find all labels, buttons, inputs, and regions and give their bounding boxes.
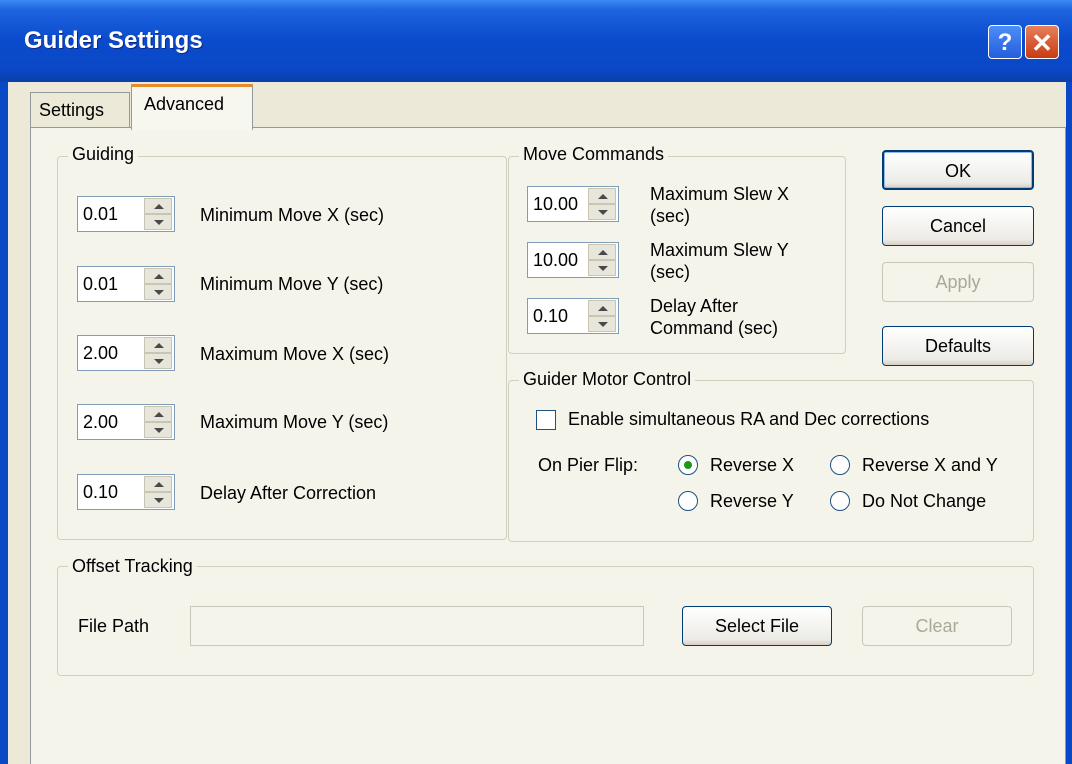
min-move-y-spinner[interactable]: 0.01 xyxy=(77,266,175,302)
delay-after-correction-value[interactable]: 0.10 xyxy=(83,482,139,503)
window-title: Guider Settings xyxy=(24,27,203,54)
simultaneous-corrections-label[interactable]: Enable simultaneous RA and Dec correctio… xyxy=(568,409,929,430)
delay-after-command-label-1: Delay After xyxy=(650,296,739,316)
file-path-field[interactable] xyxy=(190,606,644,646)
reverse-x-and-y-radio[interactable] xyxy=(830,455,850,475)
max-slew-x-label-1: Maximum Slew X xyxy=(650,184,790,204)
guiding-legend: Guiding xyxy=(68,144,139,165)
spin-up-icon[interactable] xyxy=(144,406,172,422)
min-move-x-spinner[interactable]: 0.01 xyxy=(77,196,175,232)
max-slew-y-value[interactable]: 10.00 xyxy=(533,250,587,271)
defaults-button[interactable]: Defaults xyxy=(882,326,1034,366)
max-slew-y-label-2: (sec) xyxy=(650,262,690,282)
spin-down-icon[interactable] xyxy=(144,214,172,230)
spin-up-icon[interactable] xyxy=(144,337,172,353)
spin-up-icon[interactable] xyxy=(588,188,616,204)
max-move-x-value[interactable]: 2.00 xyxy=(83,343,139,364)
window-frame-right xyxy=(1066,82,1072,764)
delay-after-correction-label: Delay After Correction xyxy=(200,483,377,503)
file-path-label: File Path xyxy=(78,616,150,636)
do-not-change-label[interactable]: Do Not Change xyxy=(862,491,986,512)
spin-down-icon[interactable] xyxy=(588,260,616,276)
max-move-y-label: Maximum Move Y (sec) xyxy=(200,412,389,432)
select-file-button[interactable]: Select File xyxy=(682,606,832,646)
reverse-x-label[interactable]: Reverse X xyxy=(710,455,794,476)
offset-tracking-legend: Offset Tracking xyxy=(68,556,197,577)
max-slew-x-value[interactable]: 10.00 xyxy=(533,194,587,215)
clear-button[interactable]: Clear xyxy=(862,606,1012,646)
spin-up-icon[interactable] xyxy=(588,300,616,316)
max-move-y-value[interactable]: 2.00 xyxy=(83,412,139,433)
delay-after-correction-spinner[interactable]: 0.10 xyxy=(77,474,175,510)
move-commands-legend: Move Commands xyxy=(519,144,669,165)
spin-up-icon[interactable] xyxy=(144,198,172,214)
close-button[interactable]: ✕ xyxy=(1025,25,1059,59)
spin-down-icon[interactable] xyxy=(144,422,172,438)
spin-down-icon[interactable] xyxy=(588,204,616,220)
spin-up-icon[interactable] xyxy=(144,476,172,492)
apply-button[interactable]: Apply xyxy=(882,262,1034,302)
delay-after-command-label-2: Command (sec) xyxy=(650,318,779,338)
tab-settings[interactable]: Settings xyxy=(30,92,130,130)
max-move-x-label: Maximum Move X (sec) xyxy=(200,344,390,364)
ok-button[interactable]: OK xyxy=(882,150,1034,190)
max-slew-y-label-1: Maximum Slew Y xyxy=(650,240,789,260)
cancel-button[interactable]: Cancel xyxy=(882,206,1034,246)
delay-after-command-value[interactable]: 0.10 xyxy=(533,306,587,327)
spin-up-icon[interactable] xyxy=(144,268,172,284)
max-slew-x-label-2: (sec) xyxy=(650,206,690,226)
do-not-change-radio[interactable] xyxy=(830,491,850,511)
tab-advanced[interactable]: Advanced xyxy=(131,84,253,130)
min-move-y-label: Minimum Move Y (sec) xyxy=(200,274,384,294)
reverse-x-radio[interactable] xyxy=(678,455,698,475)
reverse-x-and-y-label[interactable]: Reverse X and Y xyxy=(862,455,998,476)
spin-down-icon[interactable] xyxy=(144,353,172,369)
pier-flip-label: On Pier Flip: xyxy=(538,455,639,475)
max-slew-x-spinner[interactable]: 10.00 xyxy=(527,186,619,222)
min-move-y-value[interactable]: 0.01 xyxy=(83,274,139,295)
min-move-x-value[interactable]: 0.01 xyxy=(83,204,139,225)
window-frame-left xyxy=(0,82,8,764)
min-move-x-label: Minimum Move X (sec) xyxy=(200,205,385,225)
simultaneous-corrections-checkbox[interactable] xyxy=(536,410,556,430)
spin-down-icon[interactable] xyxy=(144,492,172,508)
delay-after-command-spinner[interactable]: 0.10 xyxy=(527,298,619,334)
reverse-y-radio[interactable] xyxy=(678,491,698,511)
motor-control-legend: Guider Motor Control xyxy=(519,369,696,390)
reverse-y-label[interactable]: Reverse Y xyxy=(710,491,794,512)
spin-down-icon[interactable] xyxy=(144,284,172,300)
max-slew-y-spinner[interactable]: 10.00 xyxy=(527,242,619,278)
max-move-y-spinner[interactable]: 2.00 xyxy=(77,404,175,440)
spin-down-icon[interactable] xyxy=(588,316,616,332)
spin-up-icon[interactable] xyxy=(588,244,616,260)
help-button[interactable]: ? xyxy=(988,25,1022,59)
max-move-x-spinner[interactable]: 2.00 xyxy=(77,335,175,371)
